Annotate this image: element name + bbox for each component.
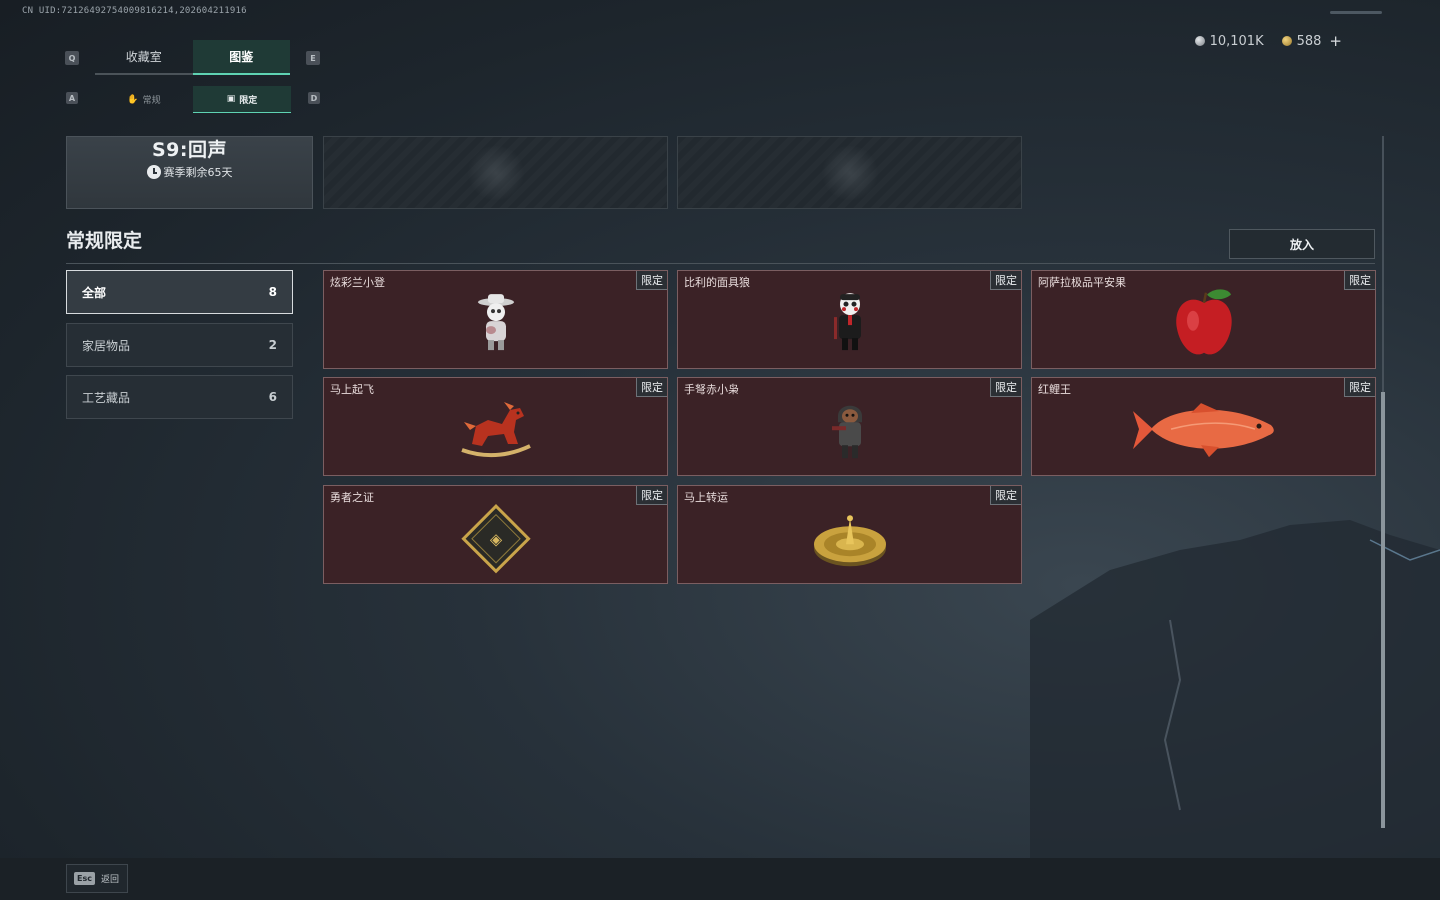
bottom-bar [0, 858, 1440, 900]
subtab-regular-label: 常规 [142, 96, 161, 106]
item-name: 勇者之证 [330, 491, 374, 504]
item-card[interactable]: 马上转运 限定 [677, 485, 1022, 584]
category-craft-collectibles[interactable]: 工艺藏品 6 [66, 375, 293, 419]
limited-tag: 限定 [1344, 378, 1375, 397]
item-card[interactable]: 比利的面具狼 限定 [677, 270, 1022, 369]
tab-codex[interactable]: 图鉴 [192, 40, 290, 75]
top-decoration [1330, 11, 1382, 14]
section-title: 常规限定 [66, 230, 143, 252]
limited-tag: 限定 [1344, 271, 1375, 290]
item-name: 红鲤王 [1038, 383, 1071, 396]
key-hint-q: Q [65, 51, 79, 65]
key-hint-a: A [66, 92, 78, 104]
carp-fish-icon [1132, 402, 1274, 457]
key-hint-e: E [306, 51, 320, 65]
category-count: 2 [268, 338, 277, 352]
season-remaining-text: 赛季剩余65天 [163, 166, 233, 179]
currency-gold: 588 + [1281, 32, 1342, 50]
back-label: 返回 [100, 875, 119, 885]
svg-text:◈: ◈ [489, 529, 502, 548]
limited-tag: 限定 [990, 486, 1021, 505]
clock-icon [146, 165, 161, 179]
item-name: 炫彩兰小登 [330, 276, 385, 289]
subtab-limited-label: 限定 [239, 95, 258, 106]
limited-tag: 限定 [636, 378, 667, 397]
hand-icon: ✋ [127, 94, 139, 105]
item-card[interactable]: 红鲤王 限定 [1031, 377, 1376, 476]
key-hint-d: D [308, 92, 320, 104]
sub-tabs: ✋ 常规 ▣ 限定 [95, 86, 291, 113]
category-count: 8 [268, 285, 277, 299]
category-label: 家居物品 [82, 338, 131, 353]
category-count: 6 [268, 390, 277, 404]
category-home-items[interactable]: 家居物品 2 [66, 323, 293, 367]
locked-season-slot [677, 136, 1022, 209]
hooded-figure-icon [831, 405, 862, 458]
golden-compass-icon [813, 514, 886, 566]
item-name: 马上转运 [684, 491, 728, 504]
limited-tag: 限定 [636, 486, 667, 505]
uid-text: CN UID:72126492754009816214,202604211916 [22, 6, 247, 16]
item-card[interactable]: 手弩赤小枭 限定 [677, 377, 1022, 476]
apple-icon [1175, 288, 1232, 354]
item-card[interactable]: 马上起飞 限定 [323, 377, 668, 476]
limited-tag: 限定 [990, 271, 1021, 290]
rocking-horse-icon [460, 401, 531, 457]
add-currency-button[interactable]: + [1329, 32, 1342, 50]
locked-season-slot [323, 136, 668, 209]
item-name: 马上起飞 [330, 383, 374, 396]
place-button[interactable]: 放入 [1229, 229, 1375, 259]
limited-tag: 限定 [990, 378, 1021, 397]
subtab-regular[interactable]: ✋ 常规 [95, 86, 193, 113]
tab-collection-room[interactable]: 收藏室 [95, 40, 193, 75]
category-all[interactable]: 全部 8 [66, 270, 293, 314]
esc-key-icon: Esc [74, 872, 95, 885]
season-remaining: 赛季剩余65天 [146, 164, 233, 180]
gold-coin-icon [1281, 36, 1292, 46]
currency-bar: 10,101K 588 + [1194, 32, 1342, 50]
skeleton-figure-icon [477, 293, 514, 350]
card-badge-icon: ◈ [460, 503, 531, 573]
scrollbar-thumb[interactable] [1381, 392, 1385, 828]
item-card[interactable]: 勇者之证 限定 ◈ [323, 485, 668, 584]
mountain-background [1030, 520, 1440, 860]
silver-amount: 10,101K [1209, 33, 1264, 49]
currency-silver: 10,101K [1194, 33, 1264, 49]
limited-tag: 限定 [636, 271, 667, 290]
back-button[interactable]: Esc 返回 [66, 864, 128, 893]
item-card[interactable]: 阿萨拉极品平安果 限定 [1031, 270, 1376, 369]
item-card[interactable]: 炫彩兰小登 限定 [323, 270, 668, 369]
season-banner[interactable]: S9:回声 赛季剩余65天 [66, 136, 313, 209]
item-name: 比利的面具狼 [684, 276, 750, 289]
season-title: S9:回声 [151, 139, 227, 161]
silver-coin-icon [1194, 36, 1205, 46]
masked-puppet-icon [833, 292, 861, 350]
lock-emblem-icon [819, 145, 880, 200]
gold-amount: 588 [1296, 33, 1322, 49]
lock-emblem-icon [465, 145, 526, 200]
category-label: 全部 [82, 285, 107, 300]
category-label: 工艺藏品 [82, 390, 131, 405]
frame-icon: ▣ [226, 94, 236, 104]
item-name: 手弩赤小枭 [684, 383, 739, 396]
section-divider [66, 263, 1375, 264]
main-tabs: 收藏室 图鉴 [95, 40, 290, 75]
item-name: 阿萨拉极品平安果 [1038, 276, 1126, 289]
subtab-limited[interactable]: ▣ 限定 [193, 86, 291, 113]
